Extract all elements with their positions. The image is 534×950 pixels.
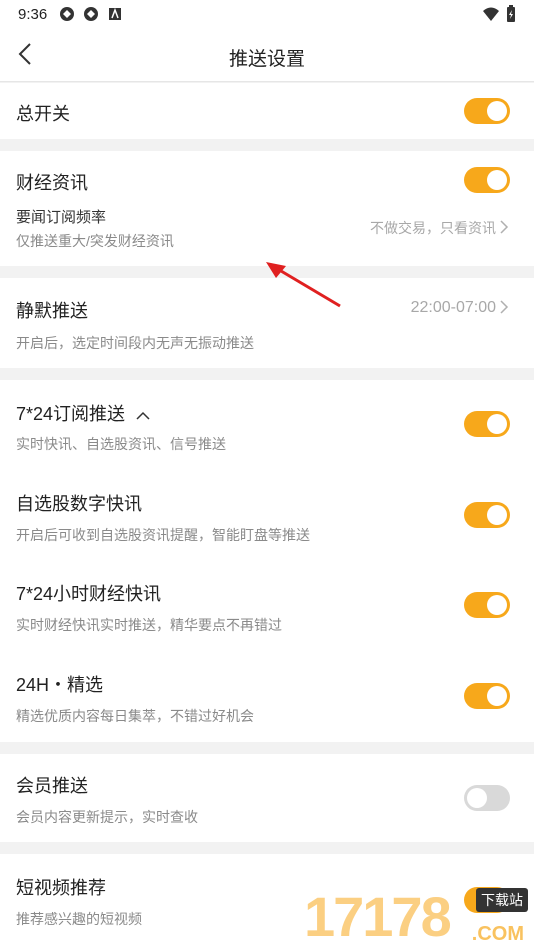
- selection-24h-toggle[interactable]: [464, 683, 510, 709]
- member-push-label: 会员推送: [16, 776, 88, 796]
- subscription-frequency-value[interactable]: 不做交易，只看资讯: [370, 218, 496, 238]
- finance-flash-desc: 实时财经快讯实时推送，精华要点不再错过: [16, 617, 282, 633]
- master-switch-row: 总开关: [0, 83, 534, 139]
- wifi-icon: [483, 7, 499, 21]
- finance-news-section: 财经资讯 要闻订阅频率 仅推送重大/突发财经资讯 不做交易，只看资讯: [0, 151, 534, 266]
- toggle-knob: [487, 170, 507, 190]
- stock-flash-desc: 开启后可收到自选股资讯提醒，智能盯盘等推送: [16, 527, 310, 543]
- toggle-knob: [467, 788, 487, 808]
- status-bar: 9:36: [0, 0, 534, 28]
- toggle-knob: [487, 686, 507, 706]
- toggle-knob: [487, 414, 507, 434]
- page-title: 推送设置: [228, 49, 305, 70]
- chevron-right-icon[interactable]: [498, 300, 510, 314]
- silent-push-time-range[interactable]: 22:00-07:00: [411, 299, 496, 317]
- toggle-knob: [487, 595, 507, 615]
- member-push-toggle[interactable]: [464, 785, 510, 811]
- short-video-label: 短视频推荐: [16, 878, 106, 898]
- watermark-suffix: .COM: [471, 923, 524, 945]
- short-video-desc: 推荐感兴趣的短视频: [16, 911, 142, 927]
- selection-24h-label: 24H・精选: [16, 675, 104, 695]
- finance-flash-label: 7*24小时财经快讯: [16, 584, 162, 604]
- chevron-up-icon[interactable]: [136, 410, 150, 420]
- finance-news-toggle[interactable]: [464, 167, 510, 193]
- master-switch-label: 总开关: [16, 104, 70, 124]
- subscription-push-title: 7*24订阅推送: [16, 404, 126, 424]
- subscription-frequency-desc: 仅推送重大/突发财经资讯: [16, 233, 174, 249]
- watermark-badge: 下载站: [476, 888, 528, 912]
- subscription-frequency-label: 要闻订阅频率: [16, 209, 107, 226]
- font-notification-icon: [109, 7, 122, 20]
- watermark-digits: 17178: [304, 885, 452, 948]
- nav-bar: 推送设置: [0, 28, 534, 82]
- status-time: 9:36: [18, 5, 48, 23]
- chevron-right-icon[interactable]: [498, 220, 510, 234]
- subscription-push-toggle[interactable]: [464, 411, 510, 437]
- selection-24h-desc: 精选优质内容每日集萃，不错过好机会: [16, 708, 254, 724]
- toggle-knob: [487, 505, 507, 525]
- stock-flash-toggle[interactable]: [464, 502, 510, 528]
- subscription-push-label[interactable]: 7*24订阅推送: [16, 400, 150, 426]
- subscription-push-section: 7*24订阅推送 实时快讯、自选股资讯、信号推送 自选股数字快讯 开启后可收到自…: [0, 380, 534, 742]
- silent-push-label: 静默推送: [16, 301, 88, 321]
- master-switch-toggle[interactable]: [464, 98, 510, 124]
- finance-news-label: 财经资讯: [16, 173, 88, 193]
- stock-flash-label: 自选股数字快讯: [16, 494, 142, 514]
- site-watermark: 17178 下载站 .COM: [304, 884, 534, 950]
- subscription-push-desc: 实时快讯、自选股资讯、信号推送: [16, 436, 226, 452]
- finance-flash-toggle[interactable]: [464, 592, 510, 618]
- member-push-section: 会员推送 会员内容更新提示，实时查收: [0, 754, 534, 842]
- member-push-desc: 会员内容更新提示，实时查收: [16, 809, 198, 825]
- app-notification-icon: [60, 7, 75, 21]
- silent-push-desc: 开启后，选定时间段内无声无振动推送: [16, 335, 254, 351]
- toggle-knob: [487, 101, 507, 121]
- battery-icon: [507, 5, 515, 22]
- annotation-arrow-icon: [266, 262, 341, 308]
- app-notification-icon: [84, 7, 99, 21]
